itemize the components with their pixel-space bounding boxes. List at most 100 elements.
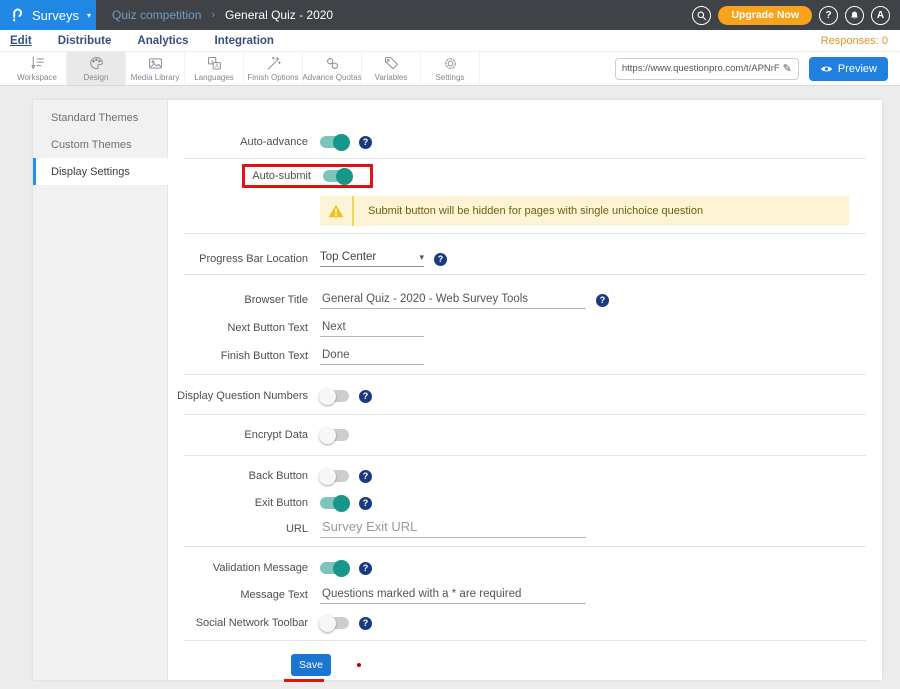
toolbar-item-settings[interactable]: Settings — [421, 52, 480, 85]
display-question-numbers-label: Display Question Numbers — [168, 390, 308, 402]
breadcrumb-separator: › — [211, 9, 215, 21]
auto-advance-toggle[interactable] — [320, 136, 349, 148]
variables-icon — [383, 56, 400, 72]
divider — [184, 546, 866, 547]
selected-option: Top Center — [320, 251, 376, 263]
advance-quotas-icon — [324, 56, 341, 72]
auto-submit-row: Auto-submit — [168, 159, 882, 193]
responses-count[interactable]: Responses: 0 — [821, 35, 888, 47]
surveys-menu[interactable]: Surveys ▾ — [0, 0, 96, 30]
progress-bar-location-label: Progress Bar Location — [168, 253, 308, 265]
toolbar-item-media-library[interactable]: Media Library — [126, 52, 185, 85]
sidebar-item-display-settings[interactable]: Display Settings — [33, 158, 168, 185]
breadcrumb: Quiz competition › General Quiz - 2020 — [112, 0, 333, 30]
toolbar-item-advance-quotas[interactable]: Advance Quotas — [303, 52, 362, 85]
exit-url-label: URL — [168, 523, 308, 535]
preview-button[interactable]: Preview — [809, 57, 888, 81]
nav-tab-edit[interactable]: Edit — [10, 34, 32, 48]
svg-text:A: A — [214, 64, 218, 70]
toolbar-item-variables[interactable]: Variables — [362, 52, 421, 85]
warning-text: Submit button will be hidden for pages w… — [354, 205, 703, 217]
toolbar-item-languages[interactable]: Aa Languages — [185, 52, 244, 85]
toggle-knob — [333, 134, 350, 151]
upgrade-now-button[interactable]: Upgrade Now — [718, 6, 812, 25]
next-button-text-row: Next Button Text — [168, 315, 882, 341]
design-icon — [88, 56, 105, 72]
toolbar-item-label: Advance Quotas — [302, 73, 361, 82]
preview-label: Preview — [838, 63, 877, 75]
toolbar-right: ✎ Preview — [615, 52, 900, 85]
toggle-knob — [319, 615, 336, 632]
exit-url-row: URL — [168, 516, 882, 542]
help-button[interactable]: ? — [819, 6, 838, 25]
help-icon[interactable]: ? — [359, 497, 372, 510]
toggle-knob — [336, 168, 353, 185]
edit-url-icon[interactable]: ✎ — [783, 62, 792, 75]
exit-button-toggle[interactable] — [320, 497, 349, 509]
display-question-numbers-row: Display Question Numbers ? — [168, 383, 882, 409]
auto-submit-toggle[interactable] — [323, 170, 352, 182]
exit-url-input[interactable] — [320, 520, 586, 538]
auto-advance-row: Auto-advance ? — [168, 128, 882, 156]
toolbar-item-workspace[interactable]: Workspace — [8, 52, 67, 85]
warning-icon-wrap — [320, 196, 354, 226]
chevron-down-icon: ▾ — [87, 11, 91, 20]
sidebar-item-standard-themes[interactable]: Standard Themes — [33, 104, 167, 131]
edit-toolbar: Workspace Design Media Library Aa Langua… — [0, 52, 900, 86]
encrypt-data-row: Encrypt Data — [168, 422, 882, 448]
toolbar-item-label: Finish Options — [247, 73, 298, 82]
survey-nav: Edit Distribute Analytics Integration Re… — [0, 30, 900, 52]
message-text-input[interactable] — [320, 586, 586, 604]
nav-tab-integration[interactable]: Integration — [215, 34, 274, 48]
toolbar-item-label: Settings — [436, 73, 465, 82]
breadcrumb-current-survey: General Quiz - 2020 — [225, 8, 333, 22]
next-button-text-label: Next Button Text — [168, 322, 308, 334]
encrypt-data-toggle[interactable] — [320, 429, 349, 441]
help-icon[interactable]: ? — [359, 390, 372, 403]
help-icon[interactable]: ? — [359, 562, 372, 575]
next-button-text-input[interactable] — [320, 319, 424, 337]
validation-message-row: Validation Message ? — [168, 555, 882, 581]
annotation-red-box: Auto-submit — [242, 164, 373, 188]
survey-url-input[interactable] — [622, 63, 779, 74]
validation-message-toggle[interactable] — [320, 562, 349, 574]
account-avatar[interactable]: A — [871, 6, 890, 25]
save-row: Save — [168, 654, 882, 676]
notifications-button[interactable] — [845, 6, 864, 25]
search-button[interactable] — [692, 6, 711, 25]
toolbar-item-finish-options[interactable]: Finish Options — [244, 52, 303, 85]
divider — [184, 374, 866, 375]
auto-submit-warning: Submit button will be hidden for pages w… — [320, 196, 849, 226]
finish-button-text-row: Finish Button Text — [168, 343, 882, 369]
sidebar-item-custom-themes[interactable]: Custom Themes — [33, 131, 167, 158]
exit-button-label: Exit Button — [168, 497, 308, 509]
social-network-toolbar-toggle[interactable] — [320, 617, 349, 629]
toolbar-item-design[interactable]: Design — [67, 52, 126, 85]
top-bar: Surveys ▾ Quiz competition › General Qui… — [0, 0, 900, 30]
finish-button-text-input[interactable] — [320, 347, 424, 365]
bell-icon — [849, 10, 860, 21]
annotation-red-dot — [357, 663, 361, 667]
help-icon[interactable]: ? — [434, 253, 447, 266]
breadcrumb-folder[interactable]: Quiz competition — [112, 8, 201, 22]
browser-title-input[interactable] — [320, 291, 586, 309]
help-icon[interactable]: ? — [359, 136, 372, 149]
nav-tab-distribute[interactable]: Distribute — [58, 34, 112, 48]
back-button-toggle[interactable] — [320, 470, 349, 482]
toolbar-item-label: Design — [84, 73, 109, 82]
help-icon[interactable]: ? — [359, 617, 372, 630]
finish-button-text-label: Finish Button Text — [168, 350, 308, 362]
toggle-knob — [319, 468, 336, 485]
nav-tab-analytics[interactable]: Analytics — [137, 34, 188, 48]
social-network-toolbar-label: Social Network Toolbar — [168, 617, 308, 629]
divider — [184, 233, 866, 234]
help-icon[interactable]: ? — [359, 470, 372, 483]
progress-bar-location-select[interactable]: Top Center ▾ — [320, 251, 424, 267]
display-question-numbers-toggle[interactable] — [320, 390, 349, 402]
svg-text:a: a — [210, 58, 213, 63]
back-button-row: Back Button ? — [168, 463, 882, 489]
brand-label: Surveys — [32, 8, 79, 23]
back-button-label: Back Button — [168, 470, 308, 482]
help-icon[interactable]: ? — [596, 294, 609, 307]
save-button[interactable]: Save — [291, 654, 331, 676]
